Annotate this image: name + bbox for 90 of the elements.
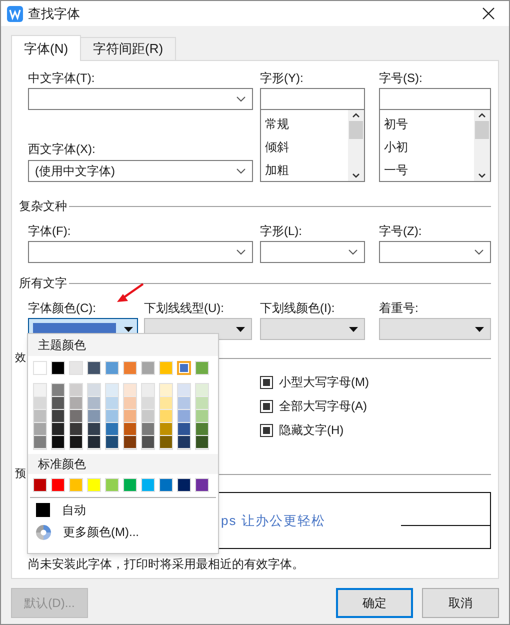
scrollbar[interactable]	[474, 110, 490, 181]
scrollbar[interactable]	[348, 110, 364, 181]
field-label: 中文字体(T):	[28, 70, 96, 87]
checkbox-label: 小型大写字母(M)	[279, 374, 369, 391]
tab[interactable]: 字符间距(R)	[81, 37, 176, 60]
color-swatch[interactable]	[159, 478, 173, 492]
caret-down-icon	[475, 326, 484, 332]
font-note: 尚未安装此字体，打印时将采用最相近的有效字体。	[28, 556, 305, 573]
field-label: 字形(L):	[260, 223, 303, 240]
scroll-down-icon[interactable]	[352, 173, 360, 178]
window-title: 查找字体	[28, 4, 80, 23]
color-swatch[interactable]	[123, 361, 137, 375]
dropdown-field[interactable]	[28, 241, 253, 263]
caret-down-icon	[349, 326, 358, 332]
color-swatch[interactable]	[141, 478, 155, 492]
annotation-arrow	[115, 282, 145, 304]
chevron-down-icon	[348, 249, 358, 255]
scroll-down-icon[interactable]	[478, 173, 486, 178]
dropdown-field[interactable]	[260, 241, 365, 263]
list-item[interactable]: 加粗	[265, 159, 348, 182]
chevron-down-icon	[236, 249, 246, 255]
color-swatch[interactable]	[195, 478, 209, 492]
checkbox[interactable]	[260, 376, 273, 388]
section-title: 预	[15, 466, 26, 482]
checkbox[interactable]	[260, 400, 273, 412]
field-label: 下划线线型(U):	[144, 300, 225, 317]
color-swatch[interactable]	[177, 361, 191, 375]
list-box[interactable]: 常规 倾斜 加粗	[260, 110, 365, 182]
color-swatch[interactable]	[69, 361, 83, 375]
list-box[interactable]: 初号 小初 一号	[379, 110, 491, 182]
color-swatch[interactable]	[33, 478, 47, 492]
section-title: 效	[15, 350, 26, 366]
checkbox[interactable]	[260, 424, 273, 436]
color-wheel-icon	[36, 524, 51, 540]
dialog-button[interactable]: 取消	[422, 588, 499, 618]
scroll-up-icon[interactable]	[352, 113, 360, 118]
checkbox-label: 全部大写字母(A)	[279, 398, 367, 415]
field-label: 下划线颜色(I):	[260, 300, 336, 317]
section-title: 所有文字	[19, 275, 67, 292]
color-swatch[interactable]	[105, 361, 119, 375]
tab[interactable]: 字体(N)	[11, 35, 82, 61]
preview-text: ps 让办公更轻松	[221, 512, 326, 530]
section-title: 复杂文种	[19, 198, 67, 215]
field-label: 字号(S):	[379, 70, 424, 87]
chevron-down-icon	[236, 168, 246, 174]
color-swatch[interactable]	[69, 478, 83, 492]
color-swatch[interactable]	[123, 478, 137, 492]
list-item[interactable]: 初号	[384, 113, 474, 136]
color-swatch[interactable]	[51, 478, 65, 492]
field-label: 字体颜色(C):	[28, 300, 97, 317]
list-item[interactable]: 常规	[265, 113, 348, 136]
field-label: 字形(Y):	[260, 70, 304, 87]
color-swatch[interactable]	[159, 361, 173, 375]
menu-item-label: 更多颜色(M)...	[63, 524, 139, 541]
menu-heading: 主题颜色	[38, 337, 86, 354]
field-label: 字号(Z):	[379, 223, 423, 240]
scroll-thumb[interactable]	[349, 121, 363, 139]
dialog-button[interactable]: 确定	[336, 588, 413, 618]
color-swatch[interactable]	[87, 478, 101, 492]
color-swatch[interactable]	[51, 361, 65, 375]
text-field[interactable]	[379, 88, 491, 110]
dropdown-field[interactable]	[379, 241, 491, 263]
app-logo-icon	[7, 6, 23, 22]
color-swatch[interactable]	[141, 361, 155, 375]
checkbox-label: 隐藏文字(H)	[279, 422, 344, 439]
menu-item-label: 自动	[62, 502, 86, 519]
dropdown-field[interactable]: (使用中文字体)	[28, 160, 253, 182]
color-swatch[interactable]	[177, 478, 191, 492]
chevron-down-icon	[236, 96, 246, 102]
scroll-thumb[interactable]	[475, 121, 489, 139]
menu-item[interactable]: 更多颜色(M)...	[28, 521, 218, 543]
scroll-up-icon[interactable]	[478, 113, 486, 118]
field-label: 着重号:	[379, 300, 420, 317]
menu-heading: 标准颜色	[38, 456, 86, 473]
caret-down-icon	[236, 326, 245, 332]
chevron-down-icon	[474, 249, 484, 255]
field-label: 西文字体(X):	[28, 141, 96, 158]
field-value: (使用中文字体)	[35, 163, 115, 180]
list-item[interactable]: 倾斜	[265, 136, 348, 159]
list-item[interactable]: 一号	[384, 159, 474, 182]
field-label: 字体(F):	[28, 223, 72, 240]
color-swatch[interactable]	[33, 361, 47, 375]
color-swatch[interactable]	[105, 478, 119, 492]
menu-item[interactable]: 自动	[28, 499, 218, 521]
color-swatch[interactable]	[87, 361, 101, 375]
list-item[interactable]: 小初	[384, 136, 474, 159]
text-field[interactable]	[260, 88, 365, 110]
color-swatch[interactable]	[195, 361, 209, 375]
close-icon[interactable]	[482, 7, 495, 20]
dropdown-field[interactable]	[28, 88, 253, 110]
